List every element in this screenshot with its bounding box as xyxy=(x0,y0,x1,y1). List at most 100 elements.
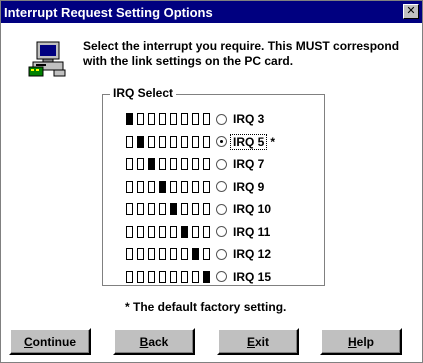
instruction-text: Select the interrupt you require. This M… xyxy=(83,39,400,68)
irq-radio-button[interactable] xyxy=(216,158,227,170)
link-open-block xyxy=(148,248,155,260)
link-open-block xyxy=(126,180,133,193)
link-open-block xyxy=(181,180,188,193)
dialog-window: Interrupt Request Setting Options ✕ Sele… xyxy=(0,0,423,363)
link-open-block xyxy=(203,248,210,260)
default-setting-note: * The default factory setting. xyxy=(125,300,287,314)
link-open-block xyxy=(203,203,210,215)
link-open-block xyxy=(192,180,199,193)
link-open-block xyxy=(148,270,155,283)
link-open-block xyxy=(181,113,188,125)
link-open-block xyxy=(137,113,144,125)
irq-radio-button[interactable] xyxy=(216,136,227,147)
link-open-block xyxy=(148,180,155,193)
link-open-block xyxy=(192,135,199,148)
continue-button[interactable]: Continue xyxy=(9,328,91,355)
link-open-block xyxy=(137,270,144,283)
irq-option-label[interactable]: IRQ 10 xyxy=(231,202,273,216)
irq-option-label[interactable]: IRQ 9 xyxy=(231,180,266,194)
irq-option-row[interactable]: IRQ 7 xyxy=(126,155,266,173)
jumper-link-diagram xyxy=(126,225,214,238)
link-open-block xyxy=(192,203,199,215)
link-open-block xyxy=(170,180,177,193)
link-open-block xyxy=(159,270,166,283)
irq-select-title: IRQ Select xyxy=(110,86,177,100)
irq-option-row[interactable]: IRQ 15 xyxy=(126,268,273,286)
link-open-block xyxy=(159,248,166,260)
irq-radio-button[interactable] xyxy=(216,248,227,260)
link-open-block xyxy=(192,225,199,238)
irq-option-row[interactable]: IRQ 3 xyxy=(126,110,266,128)
irq-radio-button[interactable] xyxy=(216,271,227,282)
continue-mnemonic: C xyxy=(24,334,33,349)
link-set-block xyxy=(126,113,133,125)
irq-option-label[interactable]: IRQ 12 xyxy=(231,247,273,261)
help-label: elp xyxy=(356,334,374,349)
default-marker: * xyxy=(270,134,276,149)
irq-option-row[interactable]: IRQ 10 xyxy=(126,200,273,218)
continue-label: ontinue xyxy=(32,334,76,349)
link-open-block xyxy=(192,270,199,283)
link-set-block xyxy=(192,248,199,260)
irq-radio-button[interactable] xyxy=(216,226,227,237)
link-open-block xyxy=(137,225,144,238)
title-bar[interactable]: Interrupt Request Setting Options ✕ xyxy=(1,1,422,23)
back-label: ack xyxy=(148,334,169,349)
link-open-block xyxy=(126,203,133,215)
link-open-block xyxy=(203,225,210,238)
irq-option-label[interactable]: IRQ 7 xyxy=(231,157,266,171)
irq-option-row[interactable]: IRQ 12 xyxy=(126,245,273,263)
link-open-block xyxy=(181,135,188,148)
link-open-block xyxy=(170,113,177,125)
link-open-block xyxy=(170,225,177,238)
jumper-link-diagram xyxy=(126,248,214,260)
link-open-block xyxy=(159,135,166,148)
link-set-block xyxy=(137,135,144,148)
link-open-block xyxy=(181,158,188,170)
irq-option-label[interactable]: IRQ 5 xyxy=(229,133,268,150)
link-set-block xyxy=(148,158,155,170)
close-button[interactable]: ✕ xyxy=(403,4,419,19)
jumper-link-diagram xyxy=(126,270,214,283)
link-open-block xyxy=(159,113,166,125)
link-open-block xyxy=(203,113,210,125)
link-open-block xyxy=(192,158,199,170)
link-open-block xyxy=(159,158,166,170)
link-open-block xyxy=(203,180,210,193)
irq-option-label[interactable]: IRQ 15 xyxy=(231,270,273,284)
irq-option-row[interactable]: IRQ 9 xyxy=(126,178,266,196)
link-open-block xyxy=(192,113,199,125)
link-open-block xyxy=(170,158,177,170)
link-set-block xyxy=(181,225,188,238)
exit-button[interactable]: Exit xyxy=(217,328,299,355)
irq-radio-button[interactable] xyxy=(216,181,227,192)
jumper-link-diagram xyxy=(126,158,214,170)
link-open-block xyxy=(203,158,210,170)
irq-select-group: IRQ Select IRQ 3 IRQ 5 * IRQ 7 IRQ 9 IRQ 10 IR… xyxy=(102,86,325,286)
irq-option-label[interactable]: IRQ 3 xyxy=(231,112,266,126)
window-title: Interrupt Request Setting Options xyxy=(4,4,213,20)
irq-option-row[interactable]: IRQ 5 * xyxy=(126,133,275,151)
help-mnemonic: H xyxy=(347,334,357,349)
computer-with-card-icon xyxy=(28,41,66,77)
link-open-block xyxy=(181,270,188,283)
link-open-block xyxy=(170,135,177,148)
jumper-link-diagram xyxy=(126,113,214,125)
back-button[interactable]: Back xyxy=(113,328,195,355)
link-open-block xyxy=(126,225,133,238)
link-open-block xyxy=(126,135,133,148)
link-open-block xyxy=(203,135,210,148)
irq-radio-button[interactable] xyxy=(216,113,227,125)
irq-option-row[interactable]: IRQ 11 xyxy=(126,223,272,241)
link-open-block xyxy=(126,158,133,170)
irq-radio-button[interactable] xyxy=(216,203,227,215)
link-open-block xyxy=(148,113,155,125)
jumper-link-diagram xyxy=(126,135,214,148)
link-open-block xyxy=(148,225,155,238)
help-button[interactable]: Help xyxy=(320,328,402,355)
exit-label: xit xyxy=(255,334,270,349)
irq-option-label[interactable]: IRQ 11 xyxy=(231,225,272,239)
link-open-block xyxy=(137,248,144,260)
link-set-block xyxy=(203,270,210,283)
link-open-block xyxy=(126,270,133,283)
